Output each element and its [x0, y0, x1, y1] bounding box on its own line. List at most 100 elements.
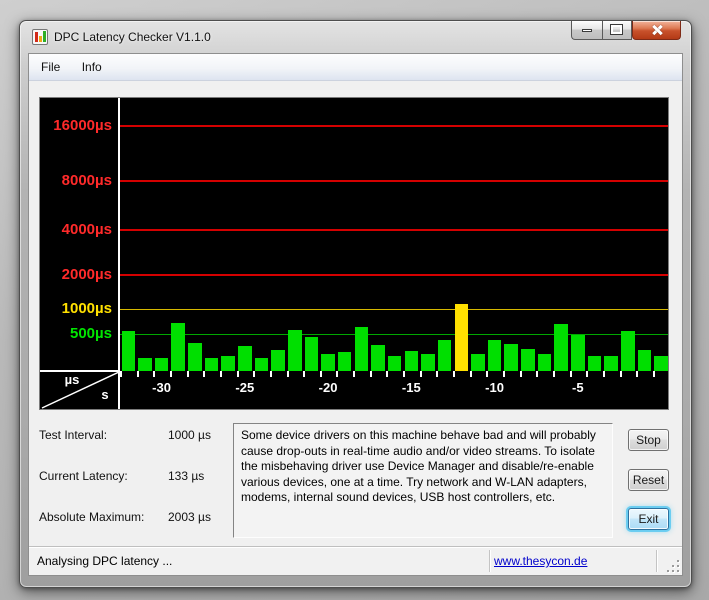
- chart-bar: [321, 354, 335, 371]
- chart-bar: [304, 337, 319, 371]
- x-axis-tick: [136, 371, 139, 377]
- chart-bar: [354, 327, 369, 371]
- chart-bar: [437, 340, 452, 371]
- x-axis-tick: [469, 371, 472, 377]
- chart-bar: [238, 346, 252, 371]
- chart-bar: [288, 330, 302, 371]
- resize-grip-icon[interactable]: [667, 560, 680, 573]
- x-axis-tick: [120, 371, 122, 377]
- window-title: DPC Latency Checker V1.1.0: [54, 30, 211, 44]
- x-axis-tick: [253, 371, 256, 377]
- menu-bar: File Info: [29, 54, 682, 81]
- x-axis-tick: [153, 371, 156, 377]
- x-axis-tick: [436, 371, 439, 377]
- x-axis-label: -5: [572, 380, 584, 395]
- chart-bar: [337, 352, 352, 371]
- titlebar[interactable]: DPC Latency Checker V1.1.0: [20, 21, 691, 53]
- absolute-maximum-label: Absolute Maximum:: [39, 510, 145, 524]
- exit-button[interactable]: Exit: [628, 508, 669, 530]
- diagnostic-message-box: Some device drivers on this machine beha…: [233, 423, 613, 538]
- y-axis-label-500us: 500µs: [69, 325, 112, 342]
- x-axis-tick: [303, 371, 306, 377]
- x-axis-label: -30: [152, 380, 171, 395]
- x-axis-tick: [336, 371, 339, 377]
- screenshot-backdrop: DPC Latency Checker V1.1.0 File Info µs: [0, 0, 709, 600]
- chart-bar: [371, 345, 385, 371]
- x-axis-tick: [169, 371, 172, 377]
- x-axis-tick: [519, 371, 522, 377]
- window-controls: [571, 21, 681, 40]
- x-axis-label: -25: [235, 380, 255, 395]
- chart-bar: [487, 340, 502, 371]
- chart-bar: [204, 358, 219, 371]
- y-gridline-4000us: [120, 229, 668, 231]
- x-axis-tick: [269, 371, 272, 377]
- maximize-button[interactable]: [602, 21, 632, 40]
- chart-bar: [421, 354, 435, 371]
- thesycon-link[interactable]: www.thesycon.de: [494, 554, 587, 568]
- close-button[interactable]: [632, 21, 681, 40]
- test-interval-label: Test Interval:: [39, 428, 108, 442]
- chart-bar: [271, 350, 285, 371]
- x-axis-tick: [286, 371, 289, 377]
- y-gridline-500us: [120, 334, 668, 335]
- x-axis-tick: [386, 371, 389, 377]
- chart-bar: [404, 351, 419, 371]
- y-axis-label-4000us: 4000µs: [61, 221, 112, 238]
- axis-corner-diagonal: [41, 371, 120, 409]
- x-axis-tick: [552, 371, 555, 377]
- status-separator: [656, 550, 657, 572]
- x-axis-tick: [502, 371, 505, 377]
- app-window: DPC Latency Checker V1.1.0 File Info µs: [19, 20, 692, 588]
- y-gridline-2000us: [120, 274, 668, 276]
- chart-bar: [504, 344, 518, 371]
- y-axis-label-1000us: 1000µs: [61, 300, 112, 317]
- x-axis-tick: [536, 371, 539, 377]
- x-axis-label: -15: [401, 380, 421, 395]
- x-axis-tick: [486, 371, 489, 377]
- minimize-icon: [582, 29, 592, 32]
- chart-bar: [188, 343, 202, 371]
- x-axis-tick: [636, 371, 639, 377]
- chart-bar: [621, 331, 635, 371]
- close-icon: [651, 24, 663, 36]
- absolute-maximum-value: 2003 µs: [168, 510, 211, 524]
- chart-bar: [571, 335, 585, 371]
- reset-button[interactable]: Reset: [628, 469, 669, 491]
- x-axis-tick: [319, 371, 322, 377]
- chart-bar: [604, 356, 618, 371]
- chart-bar: [171, 323, 185, 371]
- chart-bar: [154, 358, 169, 371]
- x-unit-label: s: [101, 387, 109, 402]
- y-unit-label: µs: [64, 372, 80, 387]
- x-axis-tick: [619, 371, 622, 377]
- chart-bar: [521, 349, 535, 371]
- y-axis-label-8000us: 8000µs: [61, 172, 112, 189]
- x-axis-tick: [403, 371, 406, 377]
- menu-item-file[interactable]: File: [32, 54, 69, 80]
- status-text: Analysing DPC latency ...: [37, 554, 173, 568]
- chart-bar: [637, 350, 652, 371]
- chart-bar-highlight: [454, 304, 468, 371]
- maximize-icon: [610, 24, 623, 35]
- x-axis-tick: [353, 371, 356, 377]
- current-latency-value: 133 µs: [168, 469, 205, 483]
- y-gridline-16000us: [120, 125, 668, 127]
- x-axis-tick: [569, 371, 572, 377]
- y-gridline-8000us: [120, 180, 668, 182]
- x-axis-label: -20: [318, 380, 338, 395]
- app-bar-chart-icon: [32, 29, 48, 45]
- status-bar: Analysing DPC latency ... www.thesycon.d…: [29, 546, 682, 575]
- minimize-button[interactable]: [571, 21, 602, 40]
- x-axis-tick: [652, 371, 655, 377]
- chart-bar: [254, 358, 269, 371]
- status-separator: [489, 550, 490, 572]
- x-axis-tick: [236, 371, 239, 377]
- chart-bar: [471, 354, 485, 371]
- stop-button[interactable]: Stop: [628, 429, 669, 451]
- menu-item-info[interactable]: Info: [73, 54, 111, 80]
- chart-bar: [121, 331, 135, 371]
- x-axis-tick: [586, 371, 589, 377]
- chart-bar: [221, 356, 235, 371]
- x-axis-tick: [203, 371, 206, 377]
